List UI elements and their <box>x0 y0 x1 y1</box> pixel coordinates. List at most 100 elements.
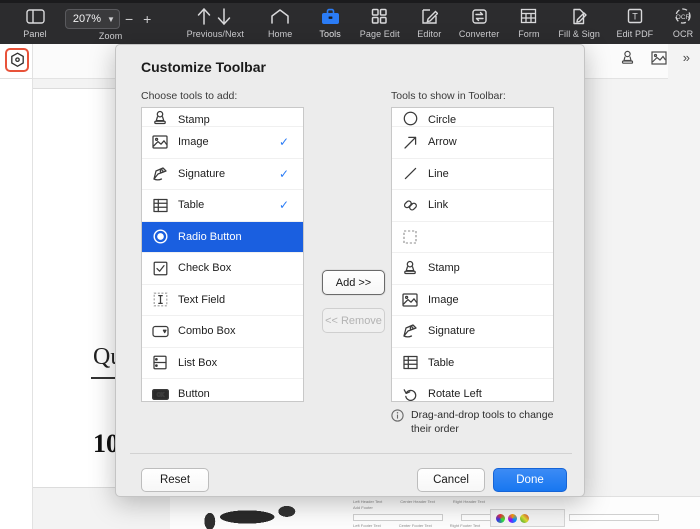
zoom-value: 207% <box>73 13 101 25</box>
color-wheel-icon-2[interactable] <box>508 514 517 523</box>
toolbar-label-previous-next: Previous/Next <box>187 29 244 40</box>
list-item-label: Image <box>428 294 459 306</box>
combo-box-icon <box>151 323 169 339</box>
list-item-label: Table <box>428 357 454 369</box>
mini-color-palette[interactable] <box>490 509 565 527</box>
radio-button-icon <box>151 229 169 245</box>
stamp-icon <box>401 260 419 276</box>
toolbar-item-tools[interactable]: Tools <box>313 3 347 44</box>
form-icon <box>520 6 537 26</box>
list-item[interactable]: Line <box>392 158 553 190</box>
toolbar-item-previous-next[interactable]: Previous/Next <box>176 3 254 44</box>
image-icon <box>401 292 419 308</box>
add-footer-label[interactable]: Add Footer <box>353 505 373 510</box>
center-header-label: Center Header Text <box>400 499 435 504</box>
list-item-label: Link <box>428 199 448 211</box>
text-field-icon <box>151 292 169 308</box>
toolbar-item-converter[interactable]: Converter <box>455 3 503 44</box>
chevron-double-right-icon[interactable]: » <box>683 50 690 65</box>
list-item[interactable]: Stamp <box>392 252 553 284</box>
document-right-tools: » <box>620 50 690 65</box>
list-item[interactable]: Table <box>392 347 553 379</box>
rotate-left-icon <box>401 386 419 402</box>
add-button[interactable]: Add >> <box>322 270 385 295</box>
left-footer-input[interactable] <box>353 514 443 521</box>
tools-shown-label: Tools to show in Toolbar: <box>391 90 506 102</box>
color-swatch-icon[interactable] <box>520 514 529 523</box>
list-box-icon <box>151 355 169 371</box>
tools-icon <box>321 6 340 26</box>
previous-next-icons <box>192 6 238 26</box>
hex-settings-icon[interactable] <box>5 48 29 72</box>
list-item[interactable]: Signature✓ <box>142 158 303 190</box>
circle-icon <box>401 110 419 126</box>
line-icon <box>401 166 419 182</box>
list-item[interactable]: Image <box>392 284 553 316</box>
cancel-button[interactable]: Cancel <box>417 468 485 492</box>
left-header-label: Left Header Text <box>353 499 382 504</box>
ocr-icon: OCR <box>674 6 692 26</box>
converter-icon <box>471 6 488 26</box>
list-item[interactable]: Image ✓ <box>142 126 303 158</box>
list-item-label: Line <box>428 168 449 180</box>
list-item[interactable]: OKButton <box>142 378 303 402</box>
push-button-icon: OK <box>151 386 169 402</box>
list-item-label: Combo Box <box>178 325 235 337</box>
customize-toolbar-dialog: Customize Toolbar Choose tools to add: T… <box>115 44 585 497</box>
done-button[interactable]: Done <box>493 468 567 492</box>
right-footer-input[interactable] <box>569 514 659 521</box>
list-item[interactable]: Radio Button <box>142 221 303 253</box>
edit-pdf-icon: T <box>627 6 643 26</box>
chevron-down-icon: ▼ <box>107 15 115 24</box>
zoom-select[interactable]: 207% ▼ <box>65 9 120 29</box>
toolbar-label-form: Form <box>518 29 539 40</box>
toolbar-label-home: Home <box>268 29 292 40</box>
table-icon <box>401 355 419 371</box>
reset-button[interactable]: Reset <box>141 468 209 492</box>
toolbar-item-panel[interactable]: Panel <box>18 3 52 44</box>
list-item[interactable]: Table✓ <box>142 189 303 221</box>
zoom-in-button[interactable]: + <box>138 11 156 27</box>
toolbar-item-page-edit[interactable]: Page Edit <box>356 3 403 44</box>
toolbar-label-converter: Converter <box>459 29 499 40</box>
app-window: Panel 207% ▼ − + Zoom <box>0 0 700 529</box>
remove-button[interactable]: << Remove <box>322 308 385 333</box>
list-item[interactable]: Link <box>392 189 553 221</box>
current-toolbar-list[interactable]: Circle Arrow Line Link Stamp Image Signature Ta… <box>391 107 554 402</box>
list-item[interactable]: Circle <box>392 108 553 126</box>
list-item[interactable]: List Box <box>142 347 303 379</box>
toolbar-item-ocr[interactable]: OCR OCR <box>666 3 700 44</box>
table-icon <box>151 197 169 213</box>
list-item-label: Image <box>178 136 209 148</box>
list-item[interactable]: Arrow <box>392 126 553 158</box>
list-item[interactable]: Signature <box>392 315 553 347</box>
toolbar-item-fill-sign[interactable]: Fill & Sign <box>555 3 604 44</box>
list-item[interactable]: Text Field <box>142 284 303 316</box>
available-tools-list[interactable]: StampImage✓Signature✓Table✓Radio ButtonC… <box>141 107 304 402</box>
color-wheel-icon[interactable] <box>496 514 505 523</box>
dashed-square-icon <box>401 229 419 245</box>
list-item[interactable] <box>392 221 553 253</box>
toolbar-item-edit-pdf[interactable]: T Edit PDF <box>613 3 658 44</box>
check-box-icon <box>151 260 169 276</box>
zoom-out-button[interactable]: − <box>120 11 138 27</box>
list-item-label: Table <box>178 199 204 211</box>
list-item[interactable]: Stamp <box>142 108 303 126</box>
stamp-icon <box>151 110 169 126</box>
checkmark-icon: ✓ <box>279 136 289 148</box>
toolbar-label-ocr: OCR <box>673 29 693 40</box>
list-item[interactable]: Check Box <box>142 252 303 284</box>
home-icon <box>270 6 290 26</box>
toolbar-item-form[interactable]: Form <box>512 3 546 44</box>
image-icon[interactable] <box>651 51 667 65</box>
stamp-icon[interactable] <box>620 50 635 65</box>
link-icon <box>401 197 419 213</box>
toolbar-item-editor[interactable]: Editor <box>412 3 446 44</box>
left-footer-label: Left Footer Text <box>353 523 381 528</box>
list-item[interactable]: Combo Box <box>142 315 303 347</box>
toolbar-item-home[interactable]: Home <box>263 3 297 44</box>
toolbar-label-page-edit: Page Edit <box>360 29 400 40</box>
list-item-label: Arrow <box>428 136 457 148</box>
toolbar-label-tools: Tools <box>319 29 341 40</box>
list-item[interactable]: Rotate Left <box>392 378 553 402</box>
